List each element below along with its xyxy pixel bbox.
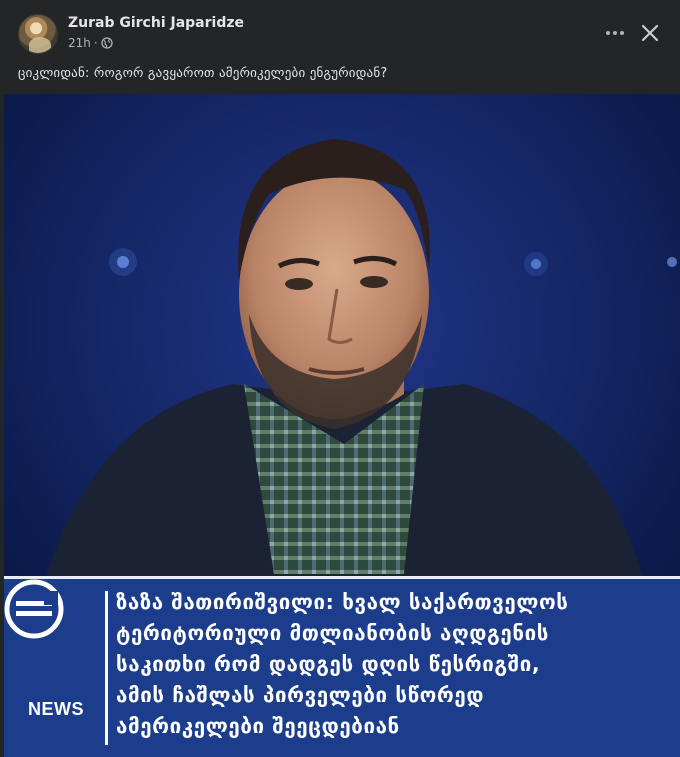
post-caption: ციკლიდან: როგორ გავყაროთ ამერიკელები ენგ…	[18, 66, 388, 81]
headline-line: ტერიტორიული მთლიანობის აღდგენის	[116, 621, 549, 645]
news-caption-band: NEWS ზაზა შათირიშვილი: ხვალ საქართველოს …	[4, 576, 680, 757]
news-channel-logo-icon	[4, 579, 64, 639]
more-options-icon[interactable]	[600, 22, 630, 44]
headline-line: ამერიკელები შეეცდებიან	[116, 714, 400, 738]
author-name[interactable]: Zurab Girchi Japaridze	[68, 15, 244, 31]
news-logo-text: NEWS	[28, 699, 84, 719]
close-icon[interactable]	[638, 20, 662, 46]
post-header: Zurab Girchi Japaridze 21h ·	[0, 0, 680, 62]
author-avatar[interactable]	[18, 14, 58, 54]
post-image[interactable]: NEWS ზაზა შათირიშვილი: ხვალ საქართველოს …	[4, 94, 680, 757]
globe-icon	[101, 37, 113, 49]
headline-line: ზაზა შათირიშვილი: ხვალ საქართველოს	[116, 590, 569, 614]
headline-line: ამის ჩაშლას პირველები სწორედ	[116, 683, 485, 707]
facebook-post: Zurab Girchi Japaridze 21h · ციკლიდან: რ…	[0, 0, 680, 757]
news-headline: ზაზა შათირიშვილი: ხვალ საქართველოს ტერიტ…	[116, 587, 676, 742]
post-meta: 21h ·	[68, 36, 113, 50]
post-time[interactable]: 21h	[68, 36, 91, 50]
headline-line: საკითხი რომ დადგეს დღის წესრიგში,	[116, 652, 541, 676]
band-divider	[105, 591, 108, 745]
